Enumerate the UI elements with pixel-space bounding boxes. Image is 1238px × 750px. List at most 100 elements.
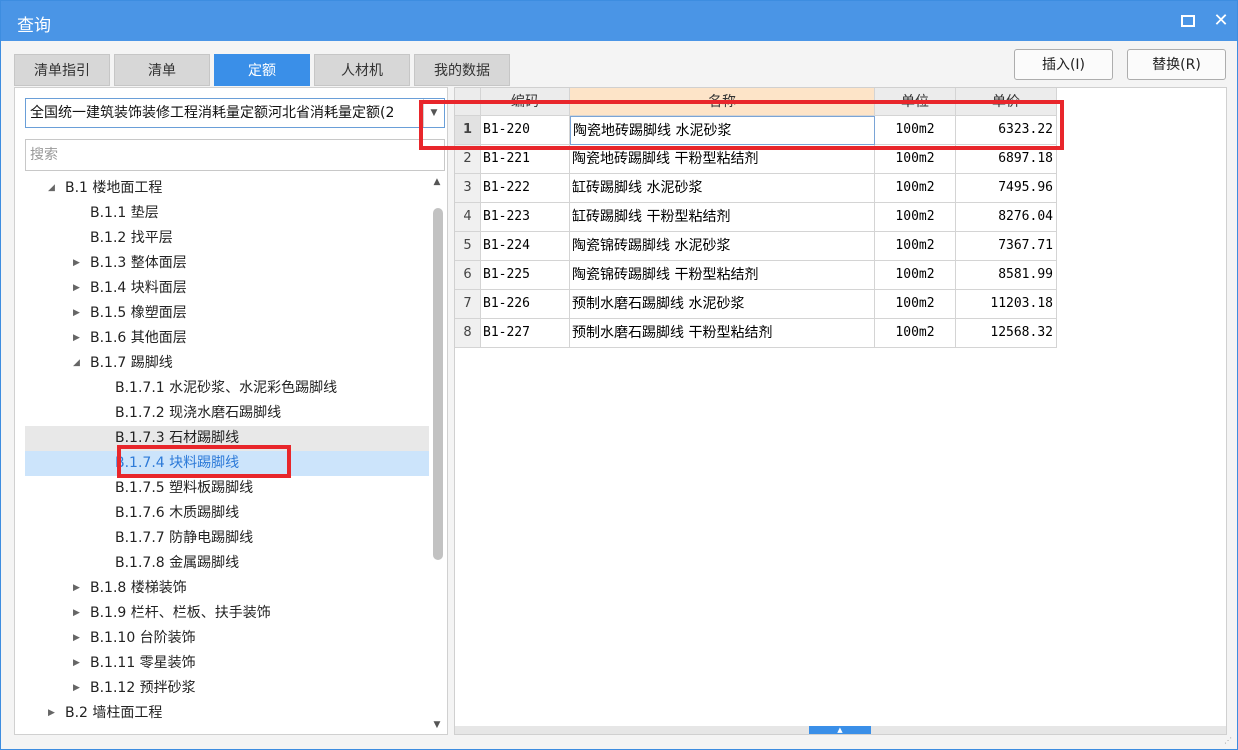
name-cell[interactable]: 缸砖踢脚线 干粉型粘结剂 (570, 203, 875, 232)
tree-item[interactable]: ▶ B.1.3 整体面层 (25, 251, 429, 276)
tree-item[interactable]: ▶ B.2 墙柱面工程 (25, 701, 429, 726)
name-cell[interactable]: 预制水磨石踢脚线 水泥砂浆 (570, 290, 875, 319)
window-title: 查询 (17, 16, 51, 36)
name-cell[interactable]: 缸砖踢脚线 水泥砂浆 (570, 174, 875, 203)
code-cell[interactable]: B1-222 (481, 174, 570, 203)
tab-list-guide[interactable]: 清单指引 (14, 54, 110, 86)
unit-cell[interactable]: 100m2 (875, 290, 956, 319)
tree-item-label: B.1.5 橡塑面层 (90, 305, 187, 321)
unit-cell[interactable]: 100m2 (875, 232, 956, 261)
scroll-thumb[interactable] (433, 208, 443, 560)
collapsed-toggle-icon[interactable]: ▶ (73, 601, 80, 626)
unit-cell[interactable]: 100m2 (875, 174, 956, 203)
tab-list[interactable]: 清单 (114, 54, 210, 86)
collapsed-toggle-icon[interactable]: ▶ (73, 651, 80, 676)
tree-item-label: B.1 楼地面工程 (65, 180, 163, 196)
price-cell[interactable]: 7495.96 (956, 174, 1057, 203)
tree-item-label: B.1.12 预拌砂浆 (90, 680, 196, 696)
tree-item[interactable]: ▶ B.1.6 其他面层 (25, 326, 429, 351)
tree-item[interactable]: ▶ B.1.10 台阶装饰 (25, 626, 429, 651)
row-number[interactable]: 5 (455, 232, 481, 261)
tree-item-label: B.1.2 找平层 (90, 230, 173, 246)
tree-item-label: B.1.4 块料面层 (90, 280, 187, 296)
horizontal-scrollbar[interactable]: ▲ (455, 726, 1226, 734)
tree-item-label: B.2 墙柱面工程 (65, 705, 163, 721)
collapsed-toggle-icon[interactable]: ▶ (73, 326, 80, 351)
left-panel: 全国统一建筑装饰装修工程消耗量定额河北省消耗量定额(2 ▼ 搜索 ◢ B.1 楼地… (14, 87, 448, 735)
tree-item-label: B.1.8 楼梯装饰 (90, 580, 187, 596)
maximize-icon[interactable] (1178, 11, 1198, 31)
tree-item[interactable]: ▶ B.1.5 橡塑面层 (25, 301, 429, 326)
tree-item[interactable]: B.1.7.8 金属踢脚线 (25, 551, 429, 576)
collapsed-toggle-icon[interactable]: ▶ (73, 676, 80, 701)
name-cell[interactable]: 预制水磨石踢脚线 干粉型粘结剂 (570, 319, 875, 348)
close-icon[interactable]: ✕ (1211, 11, 1231, 31)
tree-item[interactable]: B.1.7.7 防静电踢脚线 (25, 526, 429, 551)
tree-item[interactable]: ▶ B.1.12 预拌砂浆 (25, 676, 429, 701)
tab-quota[interactable]: 定额 (214, 54, 310, 86)
row-number[interactable]: 8 (455, 319, 481, 348)
price-cell[interactable]: 12568.32 (956, 319, 1057, 348)
tree-item-label: B.1.7.2 现浇水磨石踢脚线 (115, 405, 282, 421)
tree-highlight-box (117, 445, 291, 478)
tree-item[interactable]: B.1.7.6 木质踢脚线 (25, 501, 429, 526)
tree-item[interactable]: ◢ B.1 楼地面工程 (25, 176, 429, 201)
expanded-toggle-icon[interactable]: ◢ (48, 176, 55, 201)
unit-cell[interactable]: 100m2 (875, 261, 956, 290)
code-cell[interactable]: B1-226 (481, 290, 570, 319)
replace-button[interactable]: 替换(R) (1127, 49, 1226, 80)
expanded-toggle-icon[interactable]: ◢ (73, 351, 80, 376)
insert-button[interactable]: 插入(I) (1014, 49, 1113, 80)
tree-scrollbar[interactable]: ▲ ▼ (429, 176, 445, 732)
tab-my-data[interactable]: 我的数据 (414, 54, 510, 86)
price-cell[interactable]: 8581.99 (956, 261, 1057, 290)
tree-item[interactable]: B.1.7.1 水泥砂浆、水泥彩色踢脚线 (25, 376, 429, 401)
tree-item-label: B.1.10 台阶装饰 (90, 630, 196, 646)
library-select[interactable]: 全国统一建筑装饰装修工程消耗量定额河北省消耗量定额(2 ▼ (25, 98, 445, 128)
tree-item-label: B.1.7.5 塑料板踢脚线 (115, 480, 254, 496)
unit-cell[interactable]: 100m2 (875, 319, 956, 348)
code-cell[interactable]: B1-225 (481, 261, 570, 290)
unit-cell[interactable]: 100m2 (875, 203, 956, 232)
tree-item[interactable]: B.1.1 垫层 (25, 201, 429, 226)
tree-item[interactable]: ▶ B.1.9 栏杆、栏板、扶手装饰 (25, 601, 429, 626)
price-cell[interactable]: 8276.04 (956, 203, 1057, 232)
code-cell[interactable]: B1-223 (481, 203, 570, 232)
code-cell[interactable]: B1-224 (481, 232, 570, 261)
collapsed-toggle-icon[interactable]: ▶ (73, 301, 80, 326)
expand-up-icon[interactable]: ▲ (809, 726, 871, 734)
quota-table-panel: 编码 名称 单位 单价 1 B1-220 陶瓷地砖踢脚线 水泥砂浆 100m2 6323.22 2… (454, 87, 1227, 735)
scroll-up-icon[interactable]: ▲ (432, 177, 442, 187)
tree-item[interactable]: ▶ B.1.11 零星装饰 (25, 651, 429, 676)
scroll-down-icon[interactable]: ▼ (432, 720, 442, 730)
price-cell[interactable]: 7367.71 (956, 232, 1057, 261)
tree-item-label: B.1.7 踢脚线 (90, 355, 173, 371)
tree-item[interactable]: ◢ B.1.7 踢脚线 (25, 351, 429, 376)
collapsed-toggle-icon[interactable]: ▶ (73, 576, 80, 601)
collapsed-toggle-icon[interactable]: ▶ (73, 626, 80, 651)
name-cell[interactable]: 陶瓷锦砖踢脚线 水泥砂浆 (570, 232, 875, 261)
price-cell[interactable]: 11203.18 (956, 290, 1057, 319)
row-number[interactable]: 3 (455, 174, 481, 203)
collapsed-toggle-icon[interactable]: ▶ (48, 701, 55, 726)
tree-item-label: B.1.1 垫层 (90, 205, 159, 221)
tab-labor-material[interactable]: 人材机 (314, 54, 410, 86)
row-number[interactable]: 4 (455, 203, 481, 232)
row-number[interactable]: 7 (455, 290, 481, 319)
row-number[interactable]: 6 (455, 261, 481, 290)
tree-item[interactable]: ▶ B.1.4 块料面层 (25, 276, 429, 301)
tree-item[interactable]: B.1.7.5 塑料板踢脚线 (25, 476, 429, 501)
tree-item-label: B.1.9 栏杆、栏板、扶手装饰 (90, 605, 271, 621)
search-input[interactable]: 搜索 (25, 139, 445, 171)
resize-grip-icon[interactable]: ⋰ (1224, 736, 1234, 746)
code-cell[interactable]: B1-227 (481, 319, 570, 348)
query-dialog: 查询 ✕ 清单指引 清单 定额 人材机 我的数据 插入(I) 替换(R) 全国统… (0, 0, 1238, 750)
collapsed-toggle-icon[interactable]: ▶ (73, 276, 80, 301)
collapsed-toggle-icon[interactable]: ▶ (73, 251, 80, 276)
tree-item-label: B.1.3 整体面层 (90, 255, 187, 271)
tree-item[interactable]: B.1.7.2 现浇水磨石踢脚线 (25, 401, 429, 426)
tree-item[interactable]: B.1.2 找平层 (25, 226, 429, 251)
tree-item[interactable]: ▶ B.1.8 楼梯装饰 (25, 576, 429, 601)
library-select-value: 全国统一建筑装饰装修工程消耗量定额河北省消耗量定额(2 (30, 105, 395, 121)
name-cell[interactable]: 陶瓷锦砖踢脚线 干粉型粘结剂 (570, 261, 875, 290)
